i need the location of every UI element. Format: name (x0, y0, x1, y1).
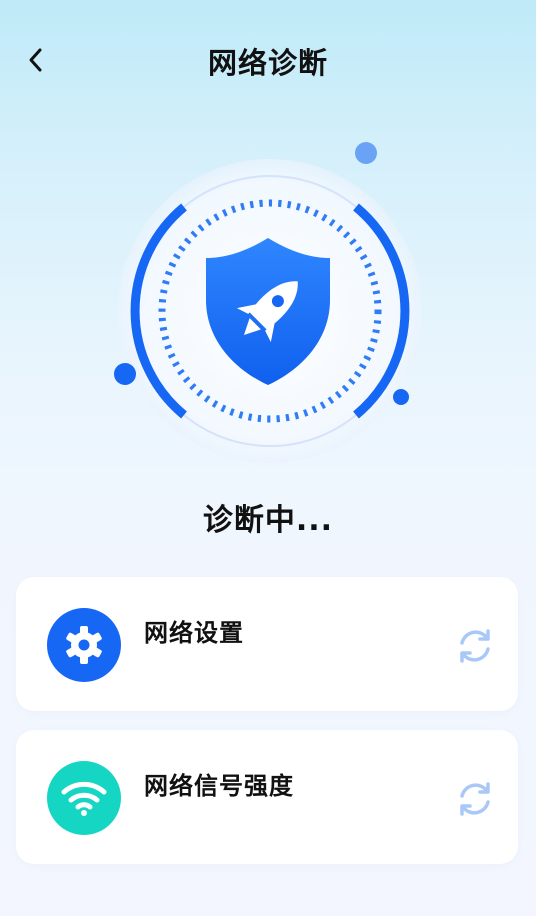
diagnosis-status: 诊断中... (202, 503, 334, 538)
network-settings-label: 网络设置 (144, 619, 244, 647)
decor-dot (114, 363, 136, 385)
top-bar: 网络诊断 (0, 0, 536, 120)
gear-icon (66, 626, 102, 664)
signal-strength-card[interactable]: 网络信号强度 (16, 730, 518, 864)
decor-dot (393, 389, 409, 405)
refresh-icon (460, 629, 490, 663)
network-settings-card[interactable]: 网络设置 (16, 577, 518, 711)
wifi-icon (61, 781, 107, 816)
diagnosis-hero (0, 120, 536, 480)
refresh-icon (460, 782, 490, 816)
network-settings-icon-badge (47, 608, 121, 682)
signal-strength-icon-badge (47, 761, 121, 835)
refresh-button[interactable] (454, 625, 496, 667)
page-title: 网络诊断 (207, 46, 328, 80)
refresh-button[interactable] (454, 778, 496, 820)
decor-dot (355, 142, 377, 164)
signal-strength-label: 网络信号强度 (144, 772, 294, 800)
